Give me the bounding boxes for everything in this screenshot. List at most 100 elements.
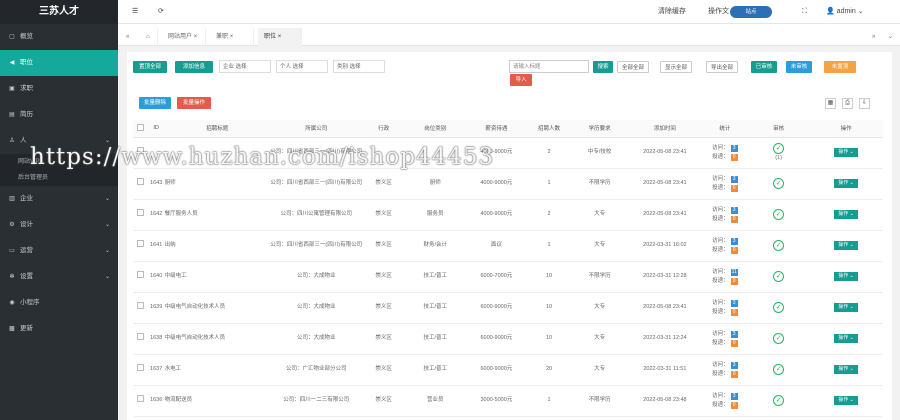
search-input[interactable]: 请输入标题 — [509, 60, 589, 73]
fullscreen-icon[interactable]: ⛶ — [802, 0, 807, 24]
sidebar-item[interactable]: ◉ 小程序 — [0, 290, 118, 316]
import-button[interactable]: 导入 — [510, 74, 532, 86]
sidebar-item[interactable]: ▤ 简历 — [0, 102, 118, 128]
apply-badge: 0 — [730, 246, 738, 254]
table-row[interactable]: 1643 厨师 公司：四川省西部三一(四川)有限公司 崇义区 厨师 4000-9000元 1… — [133, 168, 883, 200]
tab[interactable]: ⌂ — [140, 28, 158, 46]
print-icon[interactable]: ⎙ — [842, 98, 853, 109]
table-row[interactable]: 1640 中级电工 公司：大成物业 崇义区 技工/普工 6000-7000元 10 不限学历 2… — [133, 261, 883, 293]
batch-delete-button[interactable]: 批量删除 — [139, 97, 171, 109]
cell-category: 技工/普工 — [404, 323, 466, 355]
row-action-button[interactable]: 操作 ⌄ — [834, 148, 858, 157]
check-circle-icon[interactable]: ✓ — [773, 178, 785, 189]
company-select[interactable]: 企业 选择 — [219, 60, 271, 73]
row-action-button[interactable]: 操作 ⌄ — [834, 334, 858, 343]
row-checkbox[interactable] — [136, 302, 144, 309]
check-circle-icon[interactable]: ✓ — [773, 240, 785, 251]
cell-stats: 访问： 3 投递： 0 — [701, 230, 749, 262]
sidebar-item[interactable]: ◀ 职位 — [0, 50, 118, 76]
table-row[interactable]: 1638 中级电气自动化技术人员 公司：大成物业 崇义区 技工/普工 6000-9000元… — [133, 323, 883, 355]
table-row[interactable]: 1639 中级电气自动化技术人员 公司：大成物业 崇义区 技工/普工 6000-9000元… — [133, 292, 883, 324]
table-row[interactable]: 1641 出纳 公司：四川省西部三一(四川)有限公司 崇义区 财务/会计 面议 1 大专 202… — [133, 230, 883, 262]
audited-button[interactable]: 已审核 — [751, 61, 777, 73]
row-action-button[interactable]: 操作 ⌄ — [834, 272, 858, 281]
cell-company: 公司：广汇物业部分公司 — [269, 354, 363, 386]
row-checkbox[interactable] — [136, 364, 144, 371]
table-row[interactable]: 1642 餐厅服务人员 公司：四川公寓管理有限公司 崇义区 服务员 4000-9000元 2… — [133, 199, 883, 231]
check-circle-icon[interactable]: ✓ — [773, 364, 785, 375]
columns-icon[interactable]: ▦ — [825, 98, 836, 109]
close-icon[interactable]: × — [230, 34, 234, 40]
sidebar-item[interactable]: ▥ 企业 ⌄ — [0, 186, 118, 212]
not-top-button[interactable]: 未置顶 — [824, 61, 856, 73]
cell-area: 崇义区 — [362, 292, 405, 324]
close-icon[interactable]: × — [194, 34, 198, 40]
row-action-button[interactable]: 操作 ⌄ — [834, 241, 858, 250]
row-checkbox[interactable] — [136, 240, 144, 247]
sidebar-item[interactable]: ▢ 概览 — [0, 24, 118, 50]
row-action-button[interactable]: 操作 ⌄ — [834, 179, 858, 188]
sidebar-item[interactable]: ✻ 设置 ⌄ — [0, 264, 118, 290]
cell-actions: 操作 ⌄ — [809, 323, 883, 355]
tab[interactable]: 网站用户 × — [162, 28, 206, 46]
megaphone-icon: ◀ — [9, 60, 15, 66]
row-action-button[interactable]: 操作 ⌄ — [834, 396, 858, 405]
menu-toggle-icon[interactable]: ☰ — [132, 0, 138, 24]
visits-badge: 3 — [730, 206, 738, 214]
person-select[interactable]: 个人 选择 — [276, 60, 328, 73]
type-select[interactable]: 类别 选择 — [333, 60, 385, 73]
manage-button[interactable]: 置顶全部 — [133, 61, 167, 73]
table-row[interactable]: 1637 水电工 公司：广汇物业部分公司 崇义区 技工/普工 6000-9000元 20 大专… — [133, 354, 883, 386]
close-icon[interactable]: × — [278, 34, 282, 40]
check-circle-icon[interactable]: ✓ — [773, 302, 785, 313]
clear-cache-button[interactable]: 清除缓存 — [658, 0, 686, 24]
cell-area: 崇义区 — [362, 385, 405, 417]
row-action-button[interactable]: 操作 ⌄ — [834, 365, 858, 374]
sidebar-item[interactable]: ▭ 运营 ⌄ — [0, 238, 118, 264]
row-checkbox[interactable] — [136, 209, 144, 216]
show-all-button[interactable]: 显示全部 — [660, 61, 692, 73]
unaudited-button[interactable]: 未审核 — [786, 61, 812, 73]
ops-link[interactable]: 操作文 — [708, 0, 729, 24]
row-checkbox-cell — [133, 385, 148, 417]
select-all-checkbox[interactable] — [136, 123, 144, 131]
search-button[interactable]: 搜索 — [593, 61, 613, 73]
tabs-menu-icon[interactable]: ⌄ — [882, 28, 899, 46]
row-checkbox[interactable] — [136, 333, 144, 340]
sidebar-item[interactable]: ▩ 更新 — [0, 316, 118, 342]
refresh-icon[interactable]: ⟳ — [158, 0, 164, 24]
check-circle-icon[interactable]: ✓ — [773, 142, 785, 154]
row-action-button[interactable]: 操作 ⌄ — [834, 210, 858, 219]
tabs-prev-icon[interactable]: « — [120, 28, 135, 46]
tab[interactable]: 职位 × — [258, 28, 302, 46]
tabs-next-icon[interactable]: » — [866, 28, 881, 46]
tab[interactable]: 兼职 × — [210, 28, 254, 46]
check-circle-icon[interactable]: ✓ — [773, 333, 785, 344]
cell-category: 技工/普工 — [404, 354, 466, 386]
row-checkbox[interactable] — [136, 178, 144, 185]
sidebar-item[interactable]: ⚙ 设计 ⌄ — [0, 212, 118, 238]
sidebar-subitem[interactable]: 后台管理员 — [0, 170, 118, 186]
cell-salary: 6000-9000元 — [465, 323, 527, 355]
add-job-button[interactable]: 添加信息 — [175, 61, 213, 73]
site-search[interactable]: 站点 — [730, 6, 772, 18]
visits-badge: 3 — [730, 330, 738, 338]
cell-id: 1638 — [147, 323, 165, 355]
row-checkbox[interactable] — [136, 395, 144, 402]
table-row[interactable]: 1636 物流配送员 公司：四川一二三有限公司 崇义区 营业员 3000-5000元 1 不限… — [133, 385, 883, 417]
export-button[interactable]: 导出全部 — [706, 61, 738, 73]
user-menu[interactable]: 👤 admin ⌄ — [826, 0, 864, 24]
batch-op-button[interactable]: 批量操作 — [177, 97, 211, 109]
sidebar-item[interactable]: ▣ 求职 — [0, 76, 118, 102]
cell-audit: ✓ — [748, 168, 810, 200]
row-action-button[interactable]: 操作 ⌄ — [834, 303, 858, 312]
check-circle-icon[interactable]: ✓ — [773, 395, 785, 406]
all-button[interactable]: 全部全部 — [617, 61, 649, 73]
cell-company: 公司：四川一二三有限公司 — [269, 385, 363, 417]
column-header: 岗位类别 — [404, 120, 466, 138]
cell-time: 2022-05-08 23:41 — [628, 168, 702, 200]
check-circle-icon[interactable]: ✓ — [773, 271, 785, 282]
export-icon[interactable]: ⇩ — [859, 98, 870, 109]
check-circle-icon[interactable]: ✓ — [773, 209, 785, 220]
row-checkbox[interactable] — [136, 271, 144, 278]
